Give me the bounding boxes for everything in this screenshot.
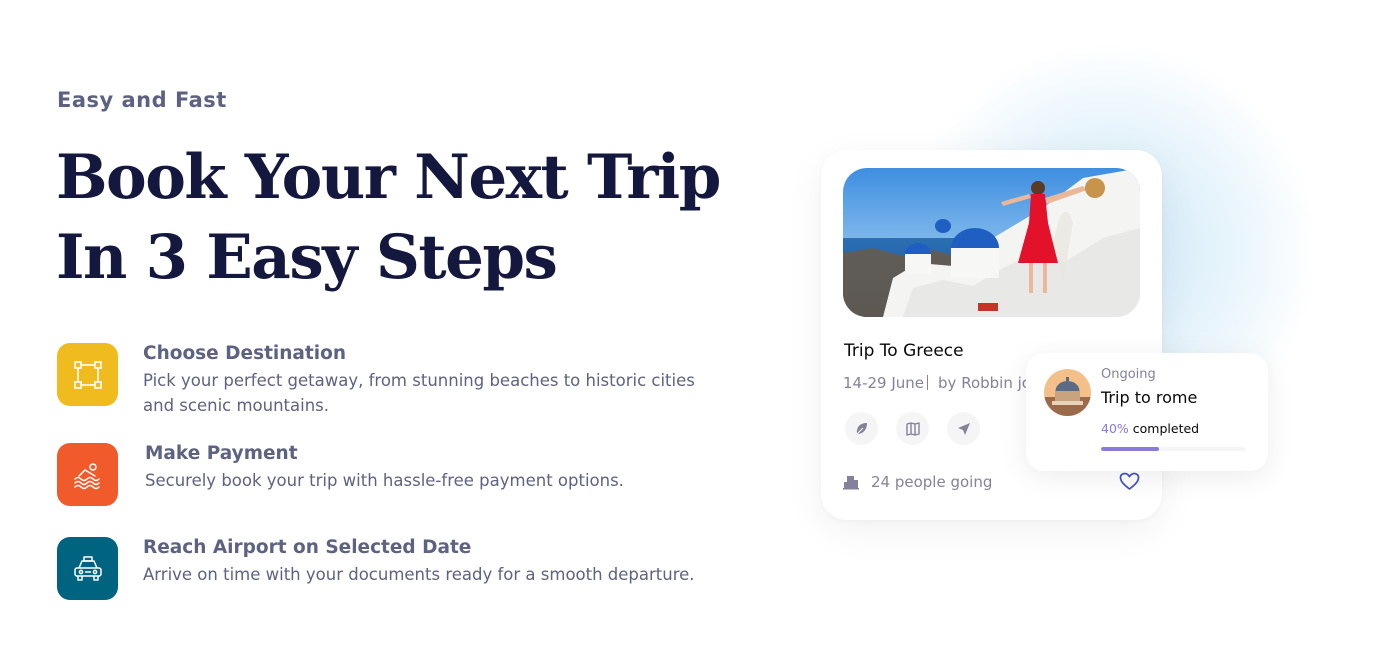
send-icon[interactable] — [947, 412, 980, 445]
step-make-payment: Make Payment Securely book your trip wit… — [57, 443, 717, 509]
trip-actions — [845, 412, 980, 445]
leaf-icon[interactable] — [845, 412, 878, 445]
progress-fill — [1101, 447, 1159, 451]
ongoing-label: Ongoing — [1101, 367, 1156, 382]
map-icon[interactable] — [896, 412, 929, 445]
rome-avatar — [1044, 369, 1091, 416]
ongoing-trip-title: Trip to rome — [1101, 388, 1198, 407]
step-title: Make Payment — [145, 443, 298, 464]
people-count: 24 people going — [871, 473, 993, 491]
trip-author: by Robbin jo — [938, 374, 1031, 392]
trip-photo — [843, 168, 1140, 317]
page-headline: Book Your Next Trip In 3 Easy Steps — [56, 138, 756, 298]
step-description: Arrive on time with your documents ready… — [143, 565, 695, 584]
headline-line-2: In 3 Easy Steps — [56, 222, 558, 293]
building-icon — [843, 476, 859, 490]
step-reach-airport: Reach Airport on Selected Date Arrive on… — [57, 537, 717, 603]
progress-text: 40% completed — [1101, 421, 1199, 436]
step-title: Choose Destination — [143, 343, 346, 364]
step-title: Reach Airport on Selected Date — [143, 537, 472, 558]
taxi-icon — [57, 537, 118, 600]
step-description: Securely book your trip with hassle-free… — [145, 471, 624, 490]
step-choose-destination: Choose Destination Pick your perfect get… — [57, 343, 717, 415]
headline-line-1: Book Your Next Trip — [56, 142, 721, 213]
swimming-icon — [57, 443, 118, 506]
people-going: 24 people going — [843, 473, 992, 491]
meta-divider — [927, 375, 929, 390]
progress-percent: 40% — [1101, 421, 1129, 436]
ongoing-trip-card[interactable]: Ongoing Trip to rome 40% completed — [1026, 353, 1268, 471]
step-description: Pick your perfect getaway, from stunning… — [143, 371, 695, 415]
trip-dates: 14-29 June — [843, 374, 925, 392]
selection-icon — [57, 343, 118, 406]
heart-icon[interactable] — [1119, 472, 1140, 495]
trip-meta: 14-29 June by Robbin jo — [843, 374, 1031, 392]
progress-bar — [1101, 447, 1246, 451]
trip-title: Trip To Greece — [844, 341, 964, 361]
section-eyebrow: Easy and Fast — [57, 88, 227, 112]
progress-label: completed — [1128, 421, 1200, 436]
